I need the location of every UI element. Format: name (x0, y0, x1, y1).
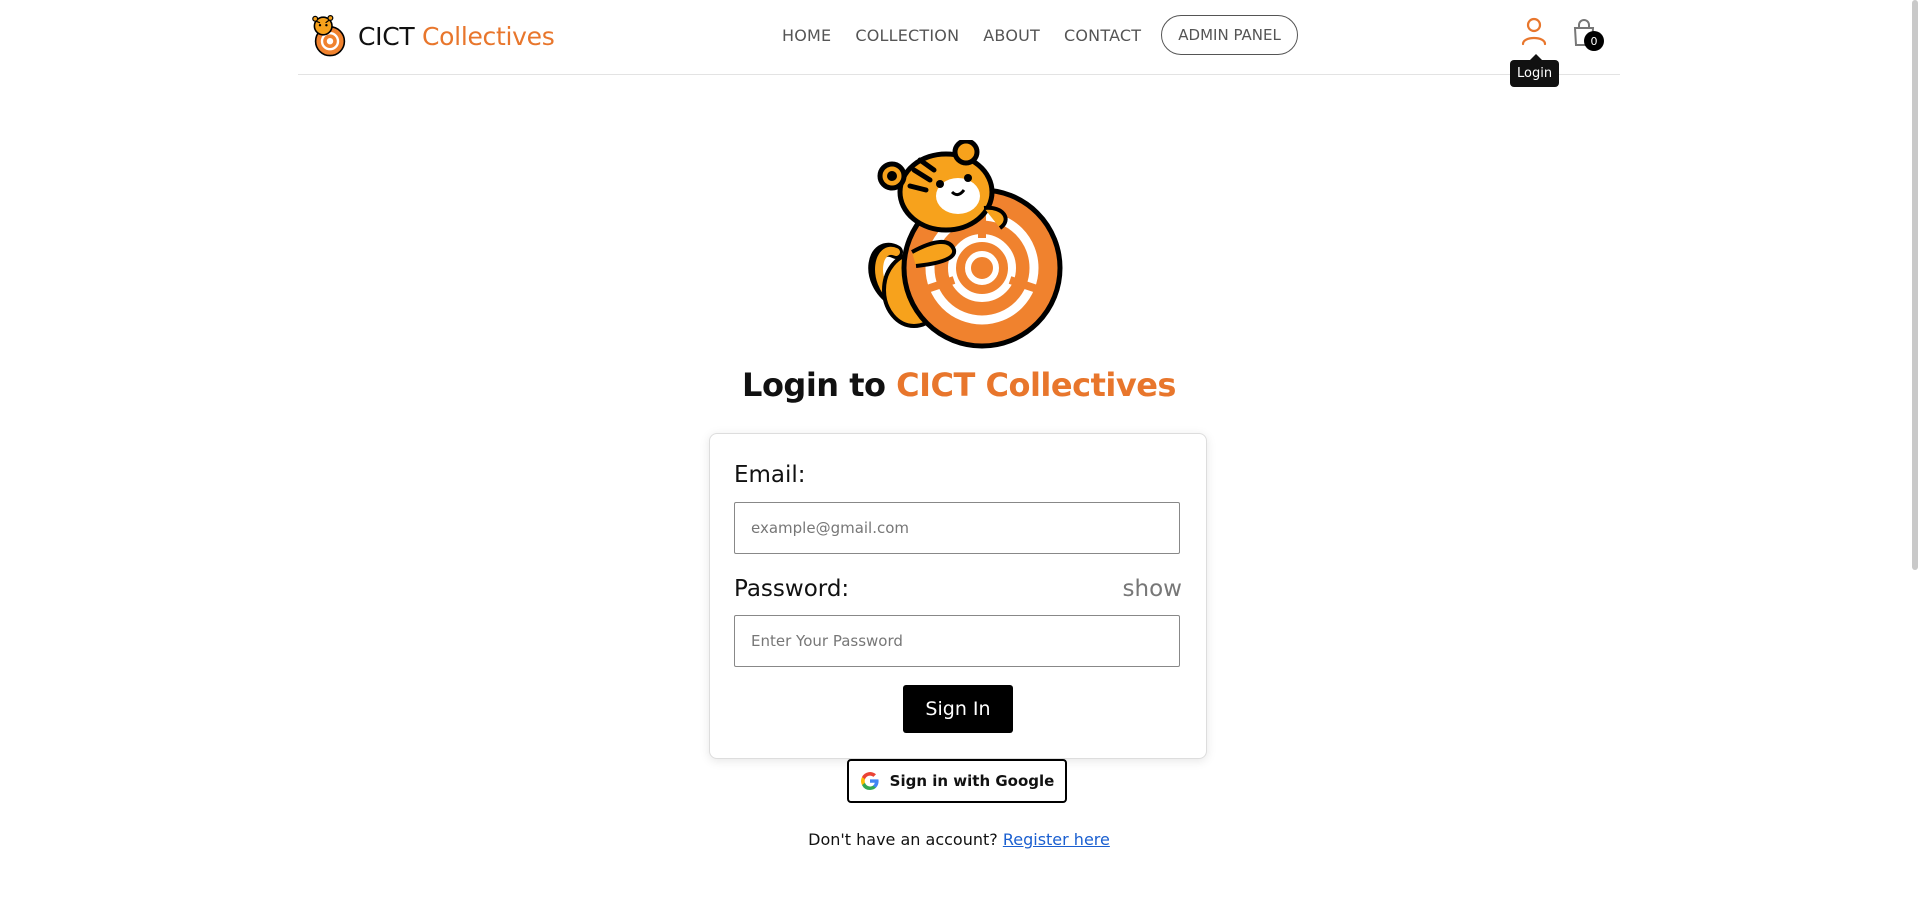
register-prompt-text: Don't have an account? (808, 830, 998, 849)
sign-in-button[interactable]: Sign In (903, 685, 1013, 733)
google-icon (860, 772, 879, 790)
tiger-logo-icon (312, 15, 346, 57)
nav-about[interactable]: ABOUT (983, 26, 1040, 45)
google-sign-in-label: Sign in with Google (889, 772, 1055, 790)
google-sign-in-button[interactable]: Sign in with Google (847, 759, 1067, 803)
brand[interactable]: CICT Collectives (308, 14, 555, 58)
page-title: Login to CICT Collectives (0, 366, 1918, 404)
tiger-logo-icon (868, 140, 1063, 349)
navbar: CICT Collectives HOME COLLECTION ABOUT C… (298, 0, 1620, 87)
user-icon[interactable] (1520, 16, 1548, 46)
title-part2: CICT Collectives (896, 366, 1176, 404)
nav-contact[interactable]: CONTACT (1064, 26, 1141, 45)
cart-count-badge: 0 (1584, 31, 1604, 51)
password-label: Password: (734, 576, 850, 602)
brand-name: CICT Collectives (358, 21, 555, 51)
brand-name-part1: CICT (358, 21, 415, 51)
admin-panel-button[interactable]: ADMIN PANEL (1161, 15, 1298, 55)
show-password-toggle[interactable]: show (1123, 576, 1182, 602)
nav-home[interactable]: HOME (782, 26, 831, 45)
scrollbar[interactable] (1912, 0, 1918, 570)
email-label: Email: (734, 462, 806, 488)
main-nav: HOME COLLECTION ABOUT CONTACT ADMIN PANE… (782, 15, 1298, 55)
register-prompt: Don't have an account? Register here (0, 830, 1918, 849)
login-tooltip: Login (1510, 54, 1560, 87)
brand-name-part2: Collectives (422, 21, 555, 51)
email-field[interactable] (734, 502, 1180, 554)
nav-collection[interactable]: COLLECTION (855, 26, 959, 45)
title-part1: Login to (742, 366, 886, 404)
password-field[interactable] (734, 615, 1180, 667)
register-link[interactable]: Register here (1003, 830, 1110, 849)
login-card: Email: Password: show Sign In (709, 433, 1207, 759)
